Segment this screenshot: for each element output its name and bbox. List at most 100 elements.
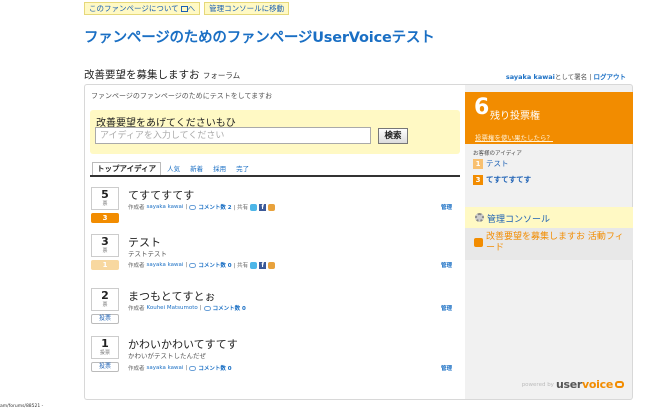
- my-idea-label: てすてすてす: [486, 175, 532, 184]
- comment-icon: [189, 365, 197, 371]
- vote-button[interactable]: 投票: [91, 362, 119, 372]
- share-label: | 共有: [233, 263, 249, 269]
- meta-separator: |: [185, 204, 188, 210]
- admin-console-link-label: 管理コンソール: [487, 215, 551, 225]
- hatena-bookmark-icon[interactable]: [268, 203, 276, 211]
- vote-button[interactable]: 投票: [91, 314, 119, 324]
- tab-completed[interactable]: 完了: [232, 163, 253, 175]
- meta-separator: |: [185, 365, 188, 371]
- account-user[interactable]: sayaka kawai: [506, 73, 555, 81]
- idea-meta: 作成者 sayaka kawai | コメント数 2 | 共有 f: [128, 203, 276, 211]
- comment-icon: [189, 262, 197, 268]
- my-idea-vote-badge: 3: [473, 174, 483, 185]
- my-ideas-heading: お客様のアイディア: [473, 151, 522, 157]
- hatena-bookmark-icon[interactable]: [268, 261, 276, 269]
- vote-unit: 票: [102, 248, 108, 254]
- comments-link[interactable]: コメント数 0: [198, 261, 231, 269]
- votes-remaining-count: 6: [474, 95, 490, 120]
- gear-icon: [475, 213, 484, 222]
- vote-count-box: 5 票: [91, 187, 119, 210]
- admin-console-label: 管理コンソールに移動: [209, 4, 285, 13]
- votes-remaining-panel: 6 残り投票権 投票権を使い果たしたら？: [465, 92, 633, 144]
- search-button[interactable]: 検索: [378, 128, 408, 144]
- my-votes-button[interactable]: 1: [91, 260, 119, 270]
- my-idea-item[interactable]: 1 テスト: [473, 158, 509, 169]
- about-fanpage-label: このファンページについて: [89, 4, 179, 13]
- author-prefix: 作成者: [128, 205, 145, 211]
- meta-separator: |: [199, 305, 202, 311]
- twitter-icon[interactable]: [250, 261, 258, 269]
- author-prefix: 作成者: [128, 263, 145, 269]
- tab-new[interactable]: 新着: [186, 163, 207, 175]
- admin-link[interactable]: 管理: [441, 304, 452, 312]
- idea-meta: 作成者 sayaka kawai | コメント数 0 | 共有 f: [128, 261, 276, 269]
- vote-count-box: 1 投票: [91, 336, 119, 359]
- tab-popular[interactable]: 人気: [163, 163, 184, 175]
- activity-feed-label: 改善要望を募集しますお 活動フィード: [486, 232, 624, 253]
- site-title[interactable]: ファンページのためのファンページUserVoiceテスト: [84, 26, 435, 47]
- external-link-icon: [180, 6, 188, 12]
- votes-remaining-label: 残り投票権: [490, 111, 540, 122]
- logo-accent: voice: [582, 378, 613, 391]
- forum-name: 改善要望を募集しますお: [84, 69, 200, 81]
- account-signed-as: として署名: [554, 73, 588, 81]
- uservoice-logo: uservoice: [556, 378, 613, 391]
- vote-count: 3: [101, 235, 109, 248]
- twitter-icon[interactable]: [250, 203, 258, 211]
- idea-tabs: トップアイディア 人気 新着 採用 完了: [90, 162, 460, 177]
- comments-link[interactable]: コメント数 0: [213, 304, 246, 312]
- meta-separator: |: [185, 262, 188, 268]
- idea-title[interactable]: まつもとてすとぉ: [128, 288, 215, 304]
- my-idea-label: テスト: [486, 159, 509, 168]
- tab-accepted[interactable]: 採用: [209, 163, 230, 175]
- admin-link[interactable]: 管理: [441, 203, 452, 211]
- vote-count: 2: [101, 289, 109, 302]
- powered-by-uservoice[interactable]: powered by uservoice: [522, 378, 624, 391]
- forum-suffix: フォーラム: [202, 71, 241, 80]
- comments-link[interactable]: コメント数 0: [198, 364, 231, 372]
- top-buttons: このファンページについてへ 管理コンソールに移動: [84, 2, 290, 15]
- admin-console-button[interactable]: 管理コンソールに移動: [204, 2, 290, 15]
- my-idea-item[interactable]: 3 てすてすてす: [473, 174, 531, 185]
- idea-title[interactable]: てすてすてす: [128, 187, 194, 203]
- status-bar-url: am/forums/88521 -: [0, 404, 44, 409]
- vote-count: 5: [101, 188, 109, 201]
- sidebar: 6 残り投票権 投票権を使い果たしたら？ お客様のアイディア 1 テスト 3 て…: [465, 84, 633, 400]
- author-link[interactable]: sayaka kawai: [147, 365, 184, 371]
- idea-description: テストテスト: [128, 250, 167, 258]
- rss-icon: [474, 238, 483, 247]
- forum-heading: 改善要望を募集しますお フォーラム: [84, 67, 240, 82]
- tab-top-ideas[interactable]: トップアイディア: [92, 162, 162, 175]
- about-fanpage-button[interactable]: このファンページについてへ: [84, 2, 201, 15]
- author-prefix: 作成者: [128, 366, 145, 372]
- votes-help-link[interactable]: 投票権を使い果たしたら？: [475, 132, 553, 142]
- admin-link[interactable]: 管理: [441, 364, 452, 372]
- logo-main: user: [555, 378, 583, 391]
- facebook-icon[interactable]: f: [259, 261, 267, 269]
- vote-unit: 票: [102, 302, 108, 308]
- author-prefix: 作成者: [128, 306, 145, 312]
- vote-unit: 票: [102, 201, 108, 207]
- author-link[interactable]: sayaka kawai: [147, 204, 184, 210]
- vote-count: 1: [101, 337, 109, 350]
- vote-unit: 投票: [99, 350, 110, 356]
- admin-console-link[interactable]: 管理コンソール: [465, 207, 633, 228]
- idea-input[interactable]: [95, 127, 371, 144]
- logout-link[interactable]: ログアウト: [594, 73, 627, 81]
- idea-form: 改善要望をあげてくださいもひ 検索: [90, 110, 460, 154]
- admin-link[interactable]: 管理: [441, 261, 452, 269]
- forum-main-panel: ファンページのファンページのためにテストをしてますお 改善要望をあげてくださいも…: [84, 84, 465, 400]
- comment-icon: [203, 305, 211, 311]
- my-votes-button[interactable]: 3: [91, 213, 119, 223]
- idea-description: かわいがテストしたんだぜ: [128, 352, 206, 360]
- author-link[interactable]: sayaka kawai: [147, 262, 184, 268]
- activity-feed-link[interactable]: 改善要望を募集しますお 活動フィード: [465, 228, 633, 260]
- facebook-icon[interactable]: f: [259, 203, 267, 211]
- forum-description: ファンページのファンページのためにテストをしてますお: [91, 92, 273, 100]
- vote-count-box: 2 票: [91, 288, 119, 311]
- comment-icon: [189, 204, 197, 210]
- comments-link[interactable]: コメント数 2: [198, 203, 231, 211]
- account-status: sayaka kawaiとして署名 | ログアウト: [506, 71, 626, 81]
- powered-by-label: powered by: [521, 381, 554, 388]
- author-link[interactable]: Kouhei Matsumoto: [147, 305, 198, 311]
